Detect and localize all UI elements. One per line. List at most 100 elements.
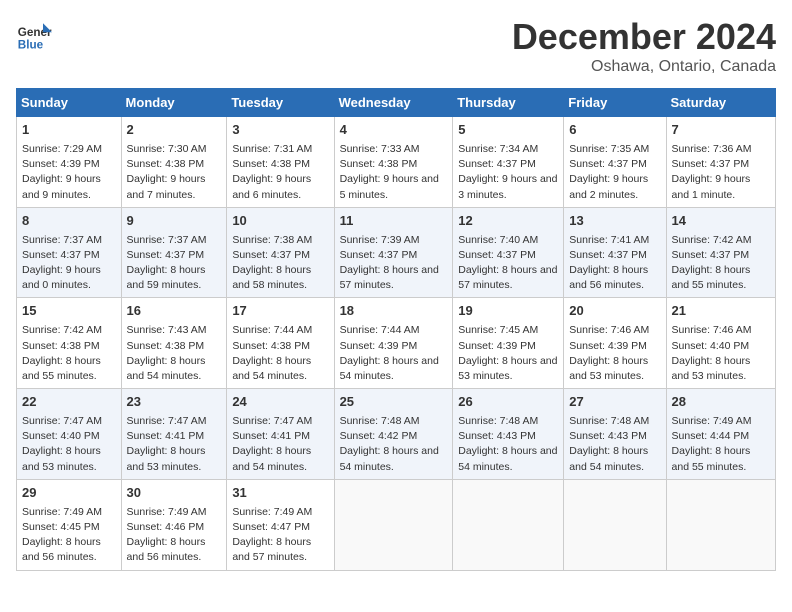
day-info: Sunrise: 7:48 AMSunset: 4:43 PMDaylight:… (569, 414, 660, 475)
day-number: 7 (672, 121, 770, 140)
calendar-day-cell: 2Sunrise: 7:30 AMSunset: 4:38 PMDaylight… (121, 117, 227, 208)
calendar-day-cell: 18 Sunrise: 7:44 AMSunset: 4:39 PMDayligh… (334, 298, 453, 389)
day-number: 18 (340, 302, 448, 321)
day-info: Sunrise: 7:48 AMSunset: 4:43 PMDaylight:… (458, 414, 558, 475)
calendar-week-row: 8Sunrise: 7:37 AMSunset: 4:37 PMDaylight… (17, 207, 776, 298)
day-info: Sunrise: 7:31 AMSunset: 4:38 PMDaylight:… (232, 142, 328, 203)
day-info: Sunrise: 7:47 AMSunset: 4:40 PMDaylight:… (22, 414, 116, 475)
calendar-week-row: 1 Sunrise: 7:29 AMSunset: 4:39 PMDaylight… (17, 117, 776, 208)
day-number: 12 (458, 212, 558, 231)
day-number: 5 (458, 121, 558, 140)
calendar-day-cell: 21 Sunrise: 7:46 AMSunset: 4:40 PMDayligh… (666, 298, 775, 389)
weekday-header: SundayMondayTuesdayWednesdayThursdayFrid… (17, 89, 776, 117)
day-number: 29 (22, 484, 116, 503)
day-info: Sunrise: 7:42 AMSunset: 4:38 PMDaylight:… (22, 323, 116, 384)
day-info: Sunrise: 7:49 AMSunset: 4:44 PMDaylight:… (672, 414, 770, 475)
day-number: 28 (672, 393, 770, 412)
day-number: 6 (569, 121, 660, 140)
day-number: 17 (232, 302, 328, 321)
month-title: December 2024 (512, 16, 776, 58)
calendar-day-cell: 8Sunrise: 7:37 AMSunset: 4:37 PMDaylight… (17, 207, 122, 298)
calendar-day-cell: 24 Sunrise: 7:47 AMSunset: 4:41 PMDayligh… (227, 389, 334, 480)
day-number: 9 (127, 212, 222, 231)
day-number: 13 (569, 212, 660, 231)
logo-icon: General Blue (16, 16, 52, 52)
day-info: Sunrise: 7:37 AMSunset: 4:37 PMDaylight:… (127, 233, 222, 294)
day-info: Sunrise: 7:49 AMSunset: 4:47 PMDaylight:… (232, 505, 328, 566)
calendar-day-cell: 25Sunrise: 7:48 AMSunset: 4:42 PMDayligh… (334, 389, 453, 480)
day-info: Sunrise: 7:46 AMSunset: 4:40 PMDaylight:… (672, 323, 770, 384)
day-info: Sunrise: 7:38 AMSunset: 4:37 PMDaylight:… (232, 233, 328, 294)
day-info: Sunrise: 7:45 AMSunset: 4:39 PMDaylight:… (458, 323, 558, 384)
day-info: Sunrise: 7:29 AMSunset: 4:39 PMDaylight:… (22, 142, 116, 203)
day-info: Sunrise: 7:47 AMSunset: 4:41 PMDaylight:… (232, 414, 328, 475)
calendar-day-cell: 26 Sunrise: 7:48 AMSunset: 4:43 PMDayligh… (453, 389, 564, 480)
calendar-day-cell: 17 Sunrise: 7:44 AMSunset: 4:38 PMDayligh… (227, 298, 334, 389)
weekday-cell: Monday (121, 89, 227, 117)
calendar-day-cell: 15 Sunrise: 7:42 AMSunset: 4:38 PMDayligh… (17, 298, 122, 389)
weekday-cell: Wednesday (334, 89, 453, 117)
day-number: 4 (340, 121, 448, 140)
logo: General Blue (16, 16, 52, 52)
day-info: Sunrise: 7:36 AMSunset: 4:37 PMDaylight:… (672, 142, 770, 203)
title-area: December 2024 Oshawa, Ontario, Canada (512, 16, 776, 76)
day-info: Sunrise: 7:30 AMSunset: 4:38 PMDaylight:… (127, 142, 222, 203)
calendar-day-cell: 14 Sunrise: 7:42 AMSunset: 4:37 PMDayligh… (666, 207, 775, 298)
weekday-cell: Saturday (666, 89, 775, 117)
calendar-day-cell: 16Sunrise: 7:43 AMSunset: 4:38 PMDayligh… (121, 298, 227, 389)
calendar-day-cell: 27Sunrise: 7:48 AMSunset: 4:43 PMDayligh… (564, 389, 666, 480)
day-info: Sunrise: 7:48 AMSunset: 4:42 PMDaylight:… (340, 414, 448, 475)
day-info: Sunrise: 7:43 AMSunset: 4:38 PMDaylight:… (127, 323, 222, 384)
day-info: Sunrise: 7:44 AMSunset: 4:39 PMDaylight:… (340, 323, 448, 384)
day-number: 14 (672, 212, 770, 231)
svg-text:Blue: Blue (18, 38, 44, 51)
calendar-day-cell: 11Sunrise: 7:39 AMSunset: 4:37 PMDayligh… (334, 207, 453, 298)
calendar-day-cell: 19 Sunrise: 7:45 AMSunset: 4:39 PMDayligh… (453, 298, 564, 389)
header: General Blue December 2024 Oshawa, Ontar… (16, 16, 776, 76)
calendar-day-cell: 23Sunrise: 7:47 AMSunset: 4:41 PMDayligh… (121, 389, 227, 480)
weekday-cell: Friday (564, 89, 666, 117)
calendar-day-cell: 20Sunrise: 7:46 AMSunset: 4:39 PMDayligh… (564, 298, 666, 389)
calendar-day-cell: 13 Sunrise: 7:41 AMSunset: 4:37 PMDayligh… (564, 207, 666, 298)
calendar-day-cell: 6 Sunrise: 7:35 AMSunset: 4:37 PMDaylight… (564, 117, 666, 208)
day-number: 15 (22, 302, 116, 321)
calendar-week-row: 15 Sunrise: 7:42 AMSunset: 4:38 PMDayligh… (17, 298, 776, 389)
calendar-day-cell: 3 Sunrise: 7:31 AMSunset: 4:38 PMDaylight… (227, 117, 334, 208)
day-number: 1 (22, 121, 116, 140)
weekday-cell: Sunday (17, 89, 122, 117)
calendar-day-cell: 1 Sunrise: 7:29 AMSunset: 4:39 PMDaylight… (17, 117, 122, 208)
day-number: 3 (232, 121, 328, 140)
day-info: Sunrise: 7:49 AMSunset: 4:46 PMDaylight:… (127, 505, 222, 566)
calendar-day-cell: 10 Sunrise: 7:38 AMSunset: 4:37 PMDayligh… (227, 207, 334, 298)
calendar-day-cell: 4 Sunrise: 7:33 AMSunset: 4:38 PMDaylight… (334, 117, 453, 208)
weekday-cell: Tuesday (227, 89, 334, 117)
calendar-day-cell: 22 Sunrise: 7:47 AMSunset: 4:40 PMDayligh… (17, 389, 122, 480)
day-number: 31 (232, 484, 328, 503)
day-number: 21 (672, 302, 770, 321)
calendar-day-cell (666, 479, 775, 570)
day-number: 19 (458, 302, 558, 321)
day-info: Sunrise: 7:39 AMSunset: 4:37 PMDaylight:… (340, 233, 448, 294)
location-title: Oshawa, Ontario, Canada (512, 58, 776, 76)
day-number: 10 (232, 212, 328, 231)
calendar-day-cell: 29 Sunrise: 7:49 AMSunset: 4:45 PMDayligh… (17, 479, 122, 570)
calendar-week-row: 22 Sunrise: 7:47 AMSunset: 4:40 PMDayligh… (17, 389, 776, 480)
day-info: Sunrise: 7:35 AMSunset: 4:37 PMDaylight:… (569, 142, 660, 203)
day-number: 22 (22, 393, 116, 412)
calendar-week-row: 29 Sunrise: 7:49 AMSunset: 4:45 PMDayligh… (17, 479, 776, 570)
calendar-day-cell (334, 479, 453, 570)
day-info: Sunrise: 7:40 AMSunset: 4:37 PMDaylight:… (458, 233, 558, 294)
calendar-day-cell: 30Sunrise: 7:49 AMSunset: 4:46 PMDayligh… (121, 479, 227, 570)
day-info: Sunrise: 7:42 AMSunset: 4:37 PMDaylight:… (672, 233, 770, 294)
calendar-day-cell (564, 479, 666, 570)
day-info: Sunrise: 7:33 AMSunset: 4:38 PMDaylight:… (340, 142, 448, 203)
day-info: Sunrise: 7:41 AMSunset: 4:37 PMDaylight:… (569, 233, 660, 294)
day-info: Sunrise: 7:44 AMSunset: 4:38 PMDaylight:… (232, 323, 328, 384)
day-number: 24 (232, 393, 328, 412)
calendar-day-cell (453, 479, 564, 570)
day-info: Sunrise: 7:47 AMSunset: 4:41 PMDaylight:… (127, 414, 222, 475)
day-info: Sunrise: 7:49 AMSunset: 4:45 PMDaylight:… (22, 505, 116, 566)
day-number: 26 (458, 393, 558, 412)
calendar-day-cell: 31 Sunrise: 7:49 AMSunset: 4:47 PMDayligh… (227, 479, 334, 570)
day-info: Sunrise: 7:37 AMSunset: 4:37 PMDaylight:… (22, 233, 116, 294)
